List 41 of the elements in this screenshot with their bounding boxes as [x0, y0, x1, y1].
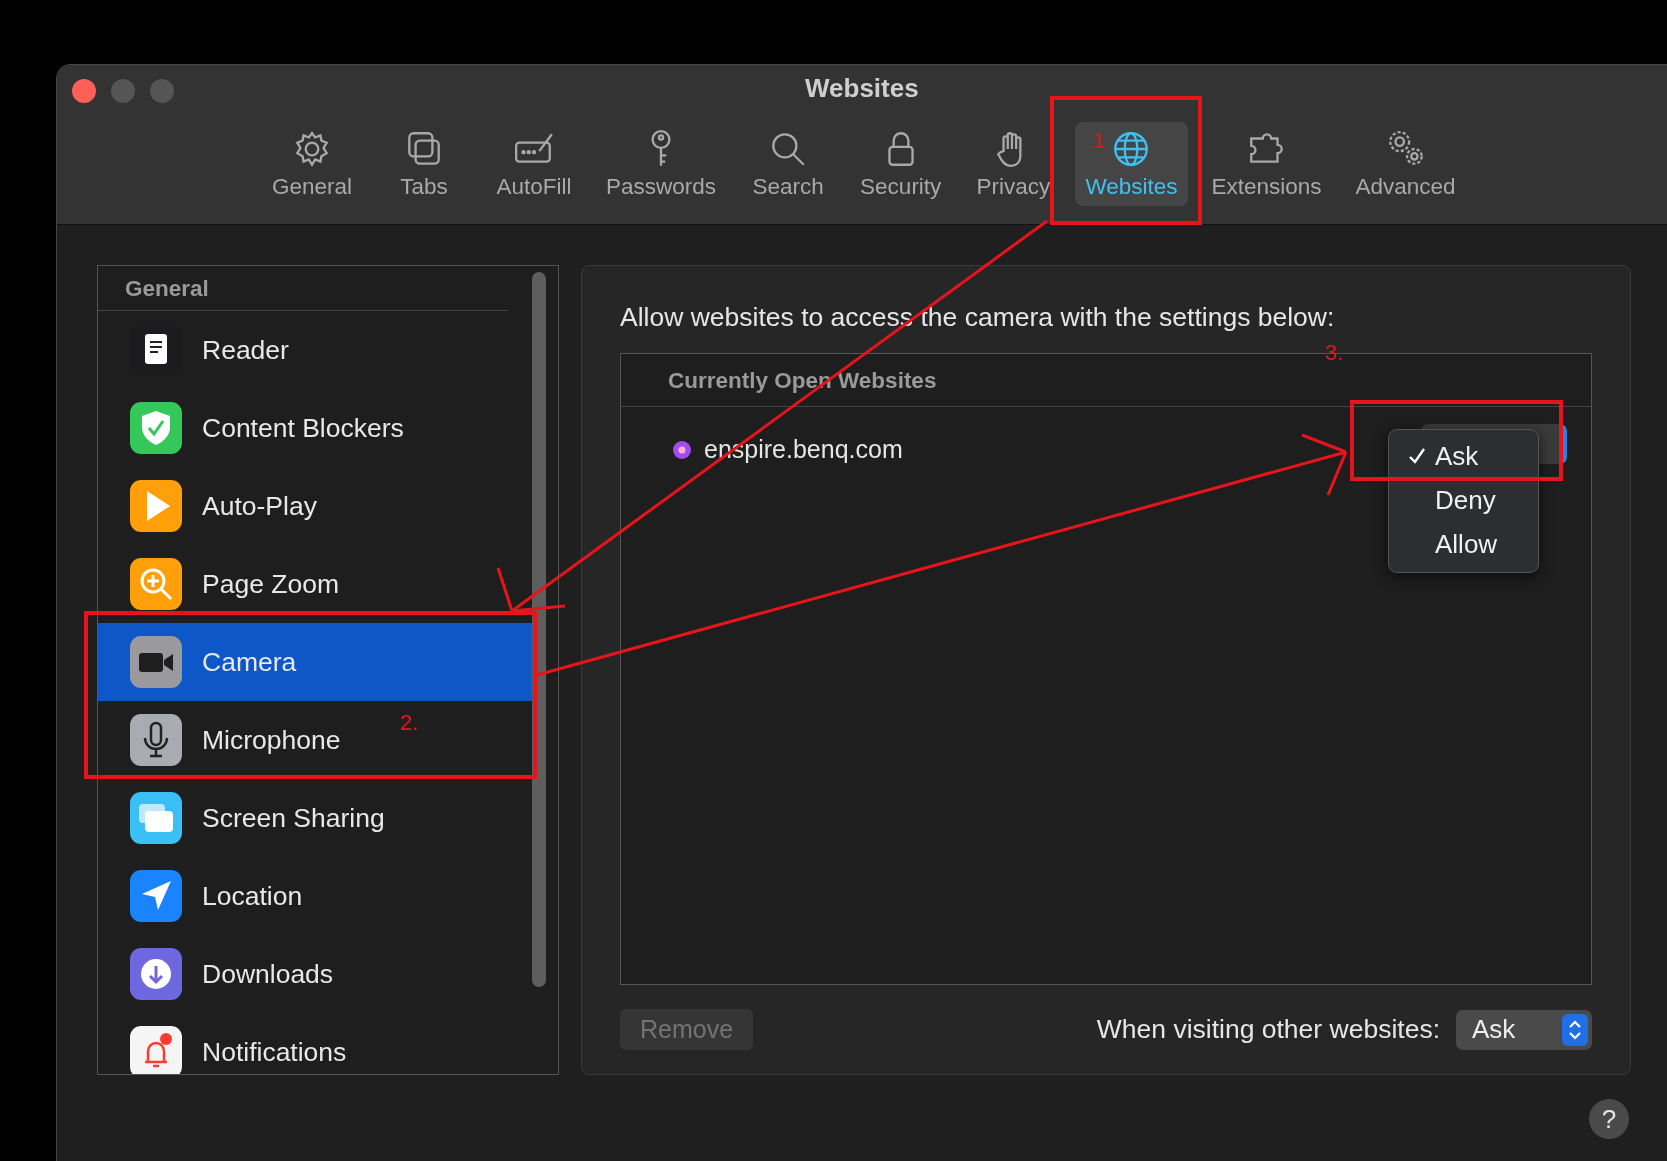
close-button[interactable]	[72, 79, 96, 103]
toolbar-tab[interactable]: General	[262, 122, 363, 206]
sidebar-item[interactable]: Notifications	[98, 1013, 359, 1074]
play-icon	[130, 480, 182, 532]
default-permission-popup[interactable]: Ask	[1456, 1009, 1592, 1050]
sidebar-item[interactable]: Reader	[98, 311, 301, 389]
menu-item[interactable]: Ask	[1389, 434, 1538, 478]
site-favicon-icon	[672, 439, 692, 460]
sidebar-item[interactable]: Content Blockers	[98, 389, 416, 467]
toolbar-tab[interactable]: AutoFill	[486, 122, 583, 206]
magnifier-plus-icon	[130, 558, 182, 610]
sidebar-item[interactable]: Location	[98, 857, 315, 935]
sidebar-item[interactable]: Screen Sharing	[98, 779, 397, 857]
toolbar-tab[interactable]: Security	[850, 122, 952, 206]
description-text: Allow websites to access the camera with the settings below:	[620, 302, 1336, 333]
menu-item[interactable]: Deny	[1389, 478, 1538, 522]
toolbar-tab[interactable]: Advanced	[1345, 122, 1466, 206]
sidebar-item[interactable]: Camera	[98, 623, 533, 701]
windows-icon	[130, 792, 182, 844]
help-button[interactable]: ?	[1589, 1099, 1629, 1139]
microphone-icon	[130, 714, 182, 766]
download-icon	[130, 948, 182, 1000]
toolbar-tab[interactable]: Passwords	[596, 122, 727, 206]
toolbar-tab[interactable]: Extensions	[1201, 122, 1332, 206]
annotation-label: 2.	[400, 710, 419, 736]
window-title: Websites	[805, 72, 919, 104]
bell-icon	[130, 1026, 182, 1074]
toolbar-tab[interactable]: Privacy	[965, 122, 1062, 206]
video-camera-icon	[130, 636, 182, 688]
toolbar-tab[interactable]: Search	[740, 122, 837, 206]
toolbar-tab[interactable]: Tabs	[376, 122, 473, 206]
sidebar-item[interactable]: Microphone	[98, 701, 353, 779]
default-setting-label: When visiting other websites:	[1096, 1014, 1440, 1045]
section-header: General	[98, 266, 508, 311]
annotation-label: 1	[1093, 128, 1106, 154]
shield-check-icon	[130, 402, 182, 454]
sidebar-item[interactable]: Auto-Play	[98, 467, 329, 545]
sidebar-item[interactable]: Page Zoom	[98, 545, 351, 623]
sidebar-item[interactable]: Downloads	[98, 935, 346, 1013]
menu-item[interactable]: Allow	[1389, 522, 1538, 566]
up-down-chevron-icon	[1562, 1013, 1588, 1046]
